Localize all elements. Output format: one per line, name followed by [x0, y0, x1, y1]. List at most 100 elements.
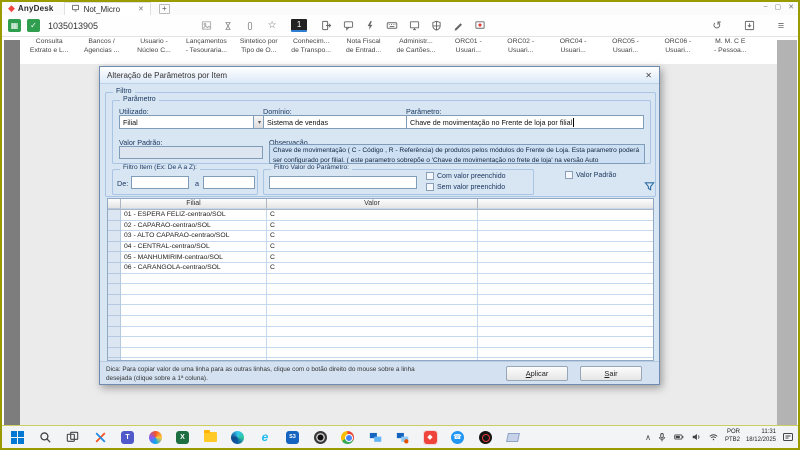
language-indicator[interactable]: PORPTB2 — [725, 429, 740, 445]
recorder-target-icon[interactable] — [478, 430, 493, 445]
valor-padrao-checkbox[interactable]: Valor Padrão — [565, 171, 616, 179]
desktop-shortcut[interactable]: ORC05 -Usuari... — [599, 38, 651, 64]
privacy-shield-icon[interactable] — [428, 18, 444, 34]
whiteboard-pen-icon[interactable] — [450, 18, 466, 34]
row-selector[interactable] — [108, 210, 121, 221]
display-icon[interactable] — [406, 18, 422, 34]
screenshot-icon[interactable] — [198, 18, 214, 34]
monitor-1-button[interactable]: 1 — [291, 19, 307, 32]
desktop-shortcut[interactable]: Nota Fiscalde Entrad... — [337, 38, 389, 64]
minimize-icon[interactable]: – — [764, 3, 768, 11]
anydesk-taskbar-icon[interactable]: ◆ — [423, 430, 438, 445]
desktop-shortcut[interactable]: ORC01 -Usuari... — [442, 38, 494, 64]
network-wifi-icon[interactable] — [708, 432, 719, 442]
speaker-icon[interactable] — [691, 432, 702, 442]
table-row-empty[interactable] — [108, 327, 653, 338]
network-computers-2-icon[interactable] — [395, 430, 410, 445]
filtro-item-a-input[interactable] — [203, 176, 255, 189]
desktop-shortcut[interactable]: ConsultaExtrato e L... — [23, 38, 75, 64]
checkbox-box[interactable] — [565, 171, 573, 179]
microphone-icon[interactable] — [657, 432, 667, 443]
table-row[interactable]: 03 - ALTO CAPARAO-centrao/SOL C — [108, 231, 653, 242]
task-view-icon[interactable] — [65, 430, 80, 445]
close-icon[interactable]: ✕ — [788, 3, 794, 11]
desktop-shortcut[interactable]: Administr...de Cartões... — [390, 38, 442, 64]
table-row[interactable]: 06 - CARANGOLA-centrao/SOL C — [108, 263, 653, 274]
row-selector[interactable] — [108, 231, 121, 242]
s3-app-icon[interactable]: S3 — [285, 430, 300, 445]
sticky-notes-icon[interactable] — [505, 430, 520, 445]
tray-chevron-up-icon[interactable]: ∧ — [645, 433, 651, 442]
phone-link-icon[interactable]: ☎ — [450, 430, 465, 445]
teams-icon[interactable]: T — [120, 430, 135, 445]
new-session-tab-icon[interactable]: + — [159, 4, 170, 14]
copilot-icon[interactable] — [148, 430, 163, 445]
desktop-shortcut[interactable]: ORC06 -Usuari... — [652, 38, 704, 64]
accept-files-icon[interactable] — [741, 18, 757, 34]
history-icon[interactable]: ↺ — [709, 18, 725, 34]
menu-icon[interactable]: ≡ — [773, 18, 789, 34]
network-computers-icon[interactable] — [368, 430, 383, 445]
start-button-icon[interactable] — [10, 430, 25, 445]
desktop-shortcut[interactable]: Conhecim...de Transpo... — [285, 38, 337, 64]
row-selector[interactable] — [108, 263, 121, 274]
record-session-icon[interactable] — [472, 18, 488, 34]
notification-center-icon[interactable] — [782, 431, 794, 443]
valor-padrao-input[interactable] — [119, 146, 263, 159]
desktop-shortcut[interactable]: Bancos /Agencias ... — [75, 38, 127, 64]
grid-header-valor[interactable]: Valor — [267, 199, 478, 209]
session-tab[interactable]: Not_Micro ✕ — [64, 2, 151, 15]
tab-close-icon[interactable]: ✕ — [138, 5, 144, 13]
chrome-icon[interactable] — [340, 430, 355, 445]
session-thumbnail-icon[interactable]: ▦ — [8, 19, 21, 32]
row-selector[interactable] — [108, 242, 121, 253]
table-row-empty[interactable] — [108, 305, 653, 316]
desktop-shortcut[interactable]: Usuario -Núcleo C... — [128, 38, 180, 64]
sem-valor-checkbox[interactable]: Sem valor preenchido — [426, 183, 505, 191]
clock-date[interactable]: 11:3118/12/2025 — [746, 429, 776, 445]
table-row-empty[interactable] — [108, 274, 653, 285]
desktop-shortcut[interactable]: M. M. C E- Pessoa... — [704, 38, 756, 64]
remote-tools-icon[interactable] — [93, 430, 108, 445]
row-selector[interactable] — [108, 252, 121, 263]
utilizado-combobox[interactable]: Filial ▾ — [119, 115, 266, 129]
row-selector[interactable] — [108, 221, 121, 232]
aplicar-button[interactable]: Aplicar — [506, 366, 568, 381]
search-icon[interactable] — [38, 430, 53, 445]
checkbox-box[interactable] — [426, 183, 434, 191]
table-row-empty[interactable] — [108, 316, 653, 327]
com-valor-checkbox[interactable]: Com valor preenchido — [426, 172, 505, 180]
file-explorer-icon[interactable] — [203, 430, 218, 445]
actions-lightning-icon[interactable] — [362, 18, 378, 34]
excel-icon[interactable]: X — [175, 430, 190, 445]
table-row[interactable]: 01 - ESPERA FELIZ-centrao/SOL C — [108, 210, 653, 221]
filter-funnel-icon[interactable] — [644, 181, 655, 194]
grid-header-filial[interactable]: Filial — [121, 199, 267, 209]
obs-icon[interactable] — [313, 430, 328, 445]
desktop-shortcut[interactable]: Lançamentos- Tesouraria... — [180, 38, 232, 64]
chat-icon[interactable] — [340, 18, 356, 34]
table-row[interactable]: 04 - CENTRAL-centrao/SOL C — [108, 242, 653, 253]
file-transfer-icon[interactable] — [318, 18, 334, 34]
table-row-empty[interactable] — [108, 337, 653, 348]
dialog-close-icon[interactable]: ✕ — [645, 71, 652, 80]
desktop-shortcut[interactable]: ORC04 -Usuari... — [547, 38, 599, 64]
checkbox-box[interactable] — [426, 172, 434, 180]
sair-button[interactable]: Sair — [580, 366, 642, 381]
dialog-titlebar[interactable]: Alteração de Parâmetros por Item ✕ — [100, 67, 659, 84]
hourglass-icon[interactable] — [220, 18, 236, 34]
keyboard-icon[interactable] — [384, 18, 400, 34]
filtro-valor-input[interactable] — [269, 176, 417, 189]
table-row-empty[interactable] — [108, 295, 653, 306]
remote-right-scrollbar[interactable] — [777, 40, 797, 425]
parametros-grid[interactable]: Filial Valor 01 - ESPERA FELIZ-centrao/S… — [107, 198, 654, 361]
desktop-shortcut[interactable]: Sintetico porTipo de O... — [233, 38, 285, 64]
table-row-empty[interactable] — [108, 348, 653, 359]
table-row[interactable]: 05 - MANHUMIRIM-centrao/SOL C — [108, 252, 653, 263]
internet-explorer-icon[interactable]: e — [258, 430, 273, 445]
edge-icon[interactable] — [230, 430, 245, 445]
table-row[interactable]: 02 - CAPARAO-centrao/SOL C — [108, 221, 653, 232]
table-row-empty[interactable] — [108, 284, 653, 295]
filtro-item-de-input[interactable] — [131, 176, 189, 189]
maximize-icon[interactable]: ▢ — [775, 3, 782, 11]
